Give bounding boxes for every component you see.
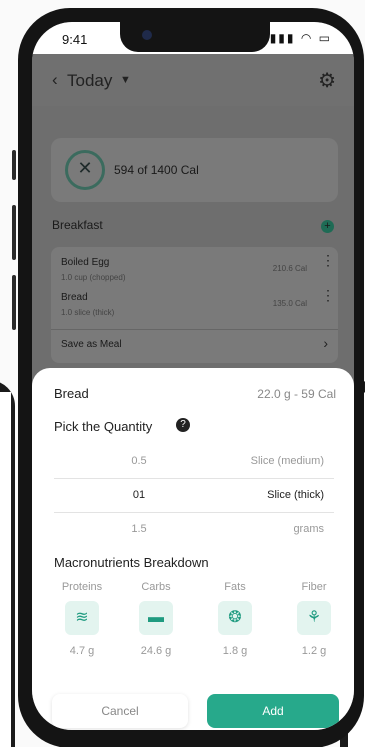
calorie-summary-text: 594 of 1400 Cal xyxy=(114,163,199,177)
page-title[interactable]: Today xyxy=(67,71,112,91)
phone-screen: 9:41 ▮▮▮ ◠ ▭ ‹ Today ▼ ⚙ ✕ 594 of 1400 C… xyxy=(32,22,354,730)
status-icons: ▮▮▮ ◠ ▭ xyxy=(269,31,332,45)
cancel-button[interactable]: Cancel xyxy=(52,694,188,728)
macro-proteins: Proteins ≋ 4.7 g xyxy=(52,581,112,657)
status-time: 9:41 xyxy=(62,32,88,47)
calorie-summary-card: ✕ 594 of 1400 Cal xyxy=(51,138,338,202)
droplets-icon: ❂ xyxy=(218,601,252,635)
divider xyxy=(51,329,338,330)
picker-row[interactable]: 1.5 grams xyxy=(54,512,334,546)
picker-unit: Slice (thick) xyxy=(267,489,324,501)
more-vertical-icon[interactable]: ⋮ xyxy=(321,288,335,302)
dna-icon: ≋ xyxy=(65,601,99,635)
meal-item-cal: 210.6 Cal xyxy=(272,264,307,273)
meal-item-qty: 1.0 slice (thick) xyxy=(61,308,115,317)
food-name: Bread xyxy=(54,386,89,401)
back-chevron-icon[interactable]: ‹ xyxy=(52,70,58,90)
section-title-breakfast: Breakfast xyxy=(52,218,103,232)
wheat-icon: ⚘ xyxy=(297,601,331,635)
meal-item[interactable]: Bread 1.0 slice (thick) 135.0 Cal ⋮ xyxy=(61,288,335,326)
save-as-meal-button[interactable]: Save as Meal xyxy=(61,339,122,350)
macro-label: Carbs xyxy=(141,581,171,593)
macro-value: 1.8 g xyxy=(222,645,248,657)
macro-value: 1.2 g xyxy=(301,645,327,657)
more-vertical-icon[interactable]: ⋮ xyxy=(321,253,335,267)
macro-value: 4.7 g xyxy=(69,645,95,657)
notch xyxy=(120,22,270,52)
meal-item-qty: 1.0 cup (chopped) xyxy=(61,273,126,282)
picker-value: 0.5 xyxy=(131,455,147,467)
macro-value: 24.6 g xyxy=(140,645,172,657)
chevron-right-icon[interactable]: › xyxy=(323,335,328,351)
food-meta: 22.0 g - 59 Cal xyxy=(257,387,336,401)
macro-label: Fats xyxy=(224,581,246,593)
picker-row[interactable]: 0.5 Slice (medium) xyxy=(54,444,334,478)
macros-title: Macronutrients Breakdown xyxy=(54,555,209,570)
bread-icon: ▬ xyxy=(139,601,173,635)
picker-value: 1.5 xyxy=(131,523,147,535)
phone-side-button xyxy=(12,275,16,330)
macro-label: Fiber xyxy=(301,581,327,593)
quantity-bottom-sheet: Bread 22.0 g - 59 Cal Pick the Quantity … xyxy=(32,368,354,730)
picker-value: 01 xyxy=(132,489,146,501)
picker-unit: Slice (medium) xyxy=(250,455,324,467)
question-icon[interactable]: ? xyxy=(176,418,190,432)
macro-fiber: Fiber ⚘ 1.2 g xyxy=(284,581,344,657)
phone-frame: 9:41 ▮▮▮ ◠ ▭ ‹ Today ▼ ⚙ ✕ 594 of 1400 C… xyxy=(18,8,364,747)
macro-label: Proteins xyxy=(61,581,103,593)
caret-down-icon[interactable]: ▼ xyxy=(120,74,131,86)
gear-icon[interactable]: ⚙ xyxy=(318,68,336,93)
meal-item[interactable]: Boiled Egg 1.0 cup (chopped) 210.6 Cal ⋮ xyxy=(61,253,335,291)
quantity-picker[interactable]: 0.5 Slice (medium) 01 Slice (thick) 1.5 … xyxy=(54,444,334,546)
stage: 9:41 ▮▮▮ ◠ ▭ ‹ Today ▼ ⚙ ✕ 594 of 1400 C… xyxy=(0,0,365,747)
meal-card: Boiled Egg 1.0 cup (chopped) 210.6 Cal ⋮… xyxy=(51,247,338,363)
macro-carbs: Carbs ▬ 24.6 g xyxy=(126,581,186,657)
picker-unit: grams xyxy=(293,523,324,535)
calorie-ring: ✕ xyxy=(65,150,105,190)
fork-knife-icon: ✕ xyxy=(77,158,93,178)
camera-icon xyxy=(142,30,152,40)
macros-grid: Proteins ≋ 4.7 g Carbs ▬ 24.6 g Fats ❂ 1… xyxy=(52,581,352,671)
pick-quantity-label: Pick the Quantity xyxy=(54,419,153,434)
macro-fats: Fats ❂ 1.8 g xyxy=(205,581,265,657)
picker-row-selected[interactable]: 01 Slice (thick) xyxy=(54,478,334,512)
phone-side-button xyxy=(12,205,16,260)
phone-side-button xyxy=(12,150,16,180)
plus-circle-icon[interactable]: + xyxy=(321,220,334,233)
add-button[interactable]: Add xyxy=(207,694,339,728)
background-phone-left xyxy=(0,380,15,747)
meal-item-name: Bread xyxy=(61,292,88,303)
meal-item-cal: 135.0 Cal xyxy=(272,299,307,308)
meal-item-name: Boiled Egg xyxy=(61,257,110,268)
